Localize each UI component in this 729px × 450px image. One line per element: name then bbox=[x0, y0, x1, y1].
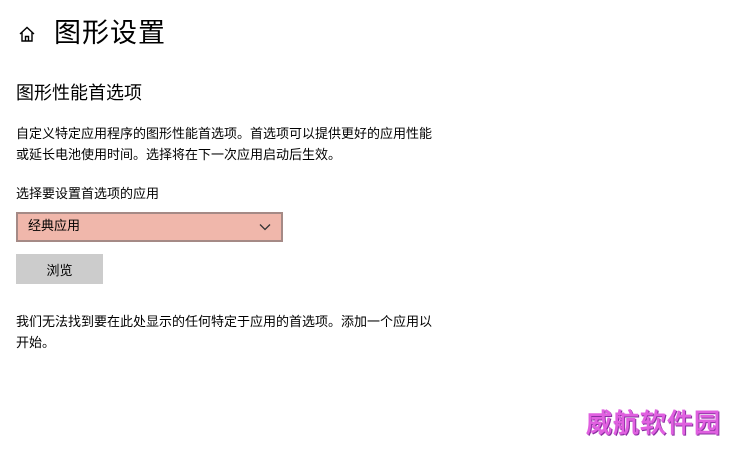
chevron-down-icon bbox=[259, 223, 271, 231]
app-type-dropdown[interactable]: 经典应用 bbox=[16, 212, 283, 242]
page-title: 图形设置 bbox=[54, 18, 166, 49]
app-select-label: 选择要设置首选项的应用 bbox=[16, 187, 160, 202]
graphics-settings-page: 图形设置 图形性能首选项 自定义特定应用程序的图形性能首选项。首选项可以提供更好… bbox=[0, 0, 729, 450]
browse-button[interactable]: 浏览 bbox=[16, 254, 103, 284]
app-type-selected-value: 经典应用 bbox=[28, 219, 81, 234]
watermark: 威航软件园 bbox=[585, 409, 721, 439]
home-icon[interactable] bbox=[16, 23, 38, 45]
section-title: 图形性能首选项 bbox=[16, 83, 142, 104]
empty-preferences-message: 我们无法找到要在此处显示的任何特定于应用的首选项。添加一个应用以开始。 bbox=[16, 315, 433, 351]
page-header: 图形设置 bbox=[16, 16, 166, 52]
section-description: 自定义特定应用程序的图形性能首选项。首选项可以提供更好的应用性能或延长电池使用时… bbox=[16, 127, 433, 163]
